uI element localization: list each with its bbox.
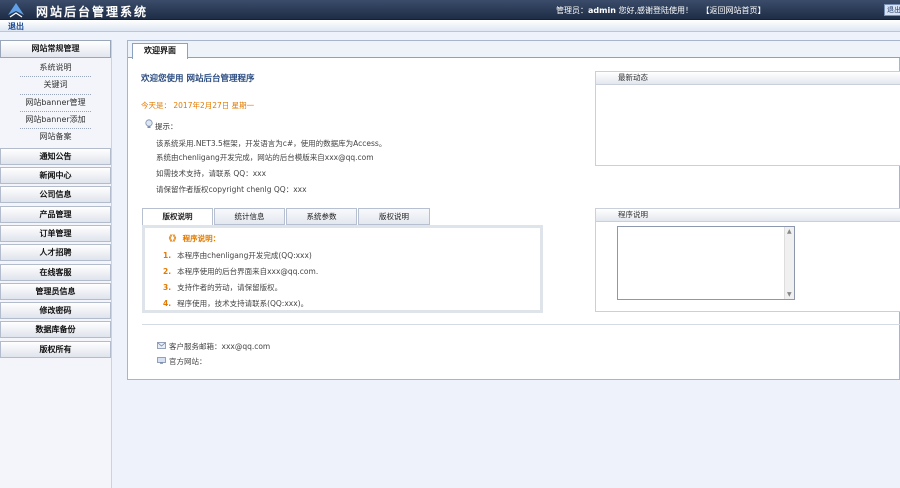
sidebar-subitem-icp[interactable]: 网站备案	[0, 129, 111, 145]
sidebar-item-company[interactable]: 公司信息	[0, 186, 111, 204]
info-num: 3.	[163, 283, 172, 292]
program-panel: 程序说明 ▲ ▼	[595, 208, 900, 312]
website-icon	[157, 357, 166, 364]
info-num: 4.	[163, 299, 172, 308]
info-line: 3. 支持作者的劳动，请保留版权。	[163, 282, 282, 293]
logo-icon	[8, 3, 24, 18]
info-num: 1.	[163, 251, 172, 260]
sub-header-bar: 退出	[0, 20, 900, 32]
info-text: 本程序由chenligang开发完成(QQ:xxx)	[177, 251, 312, 260]
info-text: 程序使用，技术支持请联系(QQ:xxx)。	[177, 299, 309, 308]
tips-label: 提示：	[155, 122, 178, 131]
tab-copyright-info[interactable]: 版权说明	[142, 208, 213, 225]
scroll-up-icon[interactable]: ▲	[787, 228, 792, 235]
news-panel: 最新动态	[595, 71, 900, 166]
tab-copyright[interactable]: 版权说明	[358, 208, 430, 225]
tip-line: 该系统采用.NET3.5框架，开发语言为c#，使用的数据库为Access。	[156, 139, 387, 148]
sidebar-item-db-backup[interactable]: 数据库备份	[0, 321, 111, 339]
logout-button[interactable]: 退出	[884, 4, 900, 16]
sidebar-item-admins[interactable]: 管理员信息	[0, 282, 111, 300]
contact-website: 官方网站：	[169, 357, 207, 366]
admin-prefix: 管理员：	[556, 6, 588, 15]
textarea-scrollbar[interactable]: ▲ ▼	[784, 227, 794, 299]
info-line: 1. 本程序由chenligang开发完成(QQ:xxx)	[163, 250, 312, 261]
sub-tab-bar: 版权说明 统计信息 系统参数 版权说明	[142, 208, 430, 225]
sidebar-subitem-keywords[interactable]: 关键词	[0, 77, 111, 93]
back-to-site-link[interactable]: 【返回网站首页】	[702, 6, 766, 15]
sidebar-subitem-system-info[interactable]: 系统说明	[0, 60, 111, 76]
sidebar-item-news[interactable]: 新闻中心	[0, 167, 111, 185]
info-num: 2.	[163, 267, 172, 276]
tab-statistics[interactable]: 统计信息	[214, 208, 285, 225]
sidebar: 网站常规管理 系统说明 关键词 网站banner管理 网站banner添加 网站…	[0, 40, 112, 488]
info-text: 本程序使用的后台界面来自xxx@qq.com.	[177, 267, 319, 276]
info-line: 2. 本程序使用的后台界面来自xxx@qq.com.	[163, 266, 318, 277]
news-panel-title: 最新动态	[596, 72, 900, 85]
sidebar-item-jobs[interactable]: 人才招聘	[0, 244, 111, 262]
sidebar-item-products[interactable]: 产品管理	[0, 205, 111, 223]
sub-header-label[interactable]: 退出	[8, 21, 24, 32]
top-header-bar: 网站后台管理系统 管理员：admin 您好,感谢登陆使用！ 【返回网站首页】 退…	[0, 0, 900, 20]
sidebar-item-copyright[interactable]: 版权所有	[0, 340, 111, 358]
welcome-heading: 欢迎您使用 网站后台管理程序	[141, 74, 255, 84]
divider	[142, 324, 900, 325]
scroll-down-icon[interactable]: ▼	[787, 291, 792, 298]
admin-info: 管理员：admin 您好,感谢登陆使用！ 【返回网站首页】	[556, 5, 766, 16]
sidebar-subitem-banner-add[interactable]: 网站banner添加	[0, 112, 111, 128]
info-title-text: 程序说明：	[182, 234, 221, 243]
app-title: 网站后台管理系统	[36, 5, 149, 19]
tab-strip: 欢迎界面	[128, 41, 900, 59]
sidebar-item-change-password[interactable]: 修改密码	[0, 302, 111, 320]
mail-icon	[157, 342, 166, 349]
sidebar-item-notices[interactable]: 通知公告	[0, 147, 111, 165]
program-panel-title: 程序说明	[596, 209, 900, 222]
info-text: 支持作者的劳动，请保留版权。	[177, 283, 283, 292]
date-line: 今天是： 2017年2月27日 星期一	[141, 101, 255, 110]
info-icon: 《》	[165, 234, 180, 243]
tips-icon	[145, 119, 153, 128]
admin-name: admin	[588, 6, 616, 15]
info-title: 《》 程序说明：	[165, 233, 220, 244]
tab-welcome[interactable]: 欢迎界面	[132, 43, 188, 59]
tip-line: 系统由chenligang开发完成，网站的后台模版来自xxx@qq.com	[156, 153, 374, 162]
sidebar-item-orders[interactable]: 订单管理	[0, 224, 111, 242]
tip-line: 如需技术支持，请联系 QQ：xxx	[156, 169, 267, 178]
tab-system-params[interactable]: 系统参数	[286, 208, 357, 225]
contact-email: 客户服务邮箱：xxx@qq.com	[169, 342, 271, 351]
info-line: 4. 程序使用，技术支持请联系(QQ:xxx)。	[163, 298, 308, 309]
main-content: 欢迎界面 欢迎您使用 网站后台管理程序 今天是： 2017年2月27日 星期一 …	[127, 40, 900, 380]
sidebar-subitem-banner-manage[interactable]: 网站banner管理	[0, 95, 111, 111]
program-textarea[interactable]: ▲ ▼	[617, 226, 795, 300]
tip-line: 请保留作者版权copyright chenlg QQ：xxx	[156, 185, 307, 194]
sidebar-section-title[interactable]: 网站常规管理	[0, 40, 111, 58]
welcome-text: 您好,感谢登陆使用！	[618, 6, 693, 15]
program-info-box: 《》 程序说明： 1. 本程序由chenligang开发完成(QQ:xxx) 2.…	[142, 225, 543, 313]
sidebar-item-online-service[interactable]: 在线客服	[0, 263, 111, 281]
